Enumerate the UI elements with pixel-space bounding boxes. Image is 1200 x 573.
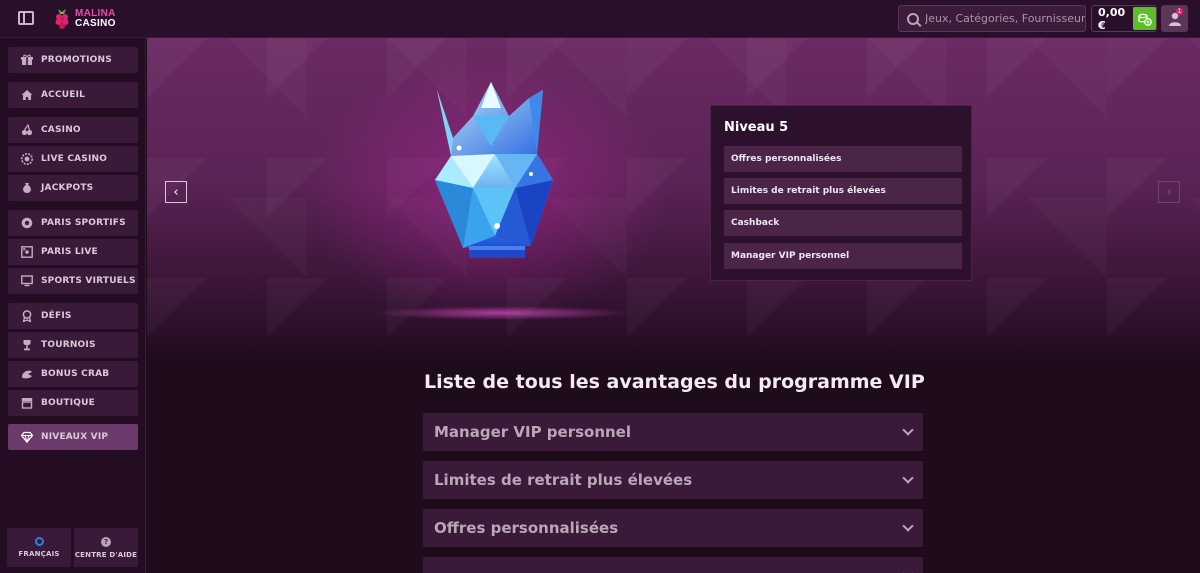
- language-label: FRANÇAIS: [18, 550, 60, 558]
- search-input[interactable]: [925, 12, 1085, 25]
- carousel-next-button[interactable]: ›: [1158, 181, 1180, 203]
- logo[interactable]: MALINA CASINO: [53, 8, 116, 30]
- sidebar-item-label: SPORTS VIRTUELS: [41, 276, 136, 286]
- vip-benefits-title: Liste de tous les avantages du programme…: [424, 371, 925, 393]
- home-icon: [21, 89, 33, 101]
- main-content: ‹ › Niveau 5 Offres personnalisées Limit…: [147, 38, 1200, 573]
- sidebar-item-label: CASINO: [41, 125, 81, 135]
- coins-icon: [1137, 13, 1152, 26]
- cherries-icon: [21, 124, 33, 136]
- gem-glow: [372, 306, 632, 320]
- sidebar-item-sports-virtuels[interactable]: SPORTS VIRTUELS: [8, 268, 138, 294]
- balance-amount: 0,00 €: [1098, 5, 1126, 32]
- vip-hero-banner: ‹ › Niveau 5 Offres personnalisées Limit…: [147, 38, 1200, 358]
- vip-benefit-accordion[interactable]: Limites de retrait plus élevées: [423, 461, 923, 499]
- sidebar-item-niveaux-vip[interactable]: NIVEAUX VIP: [8, 424, 138, 450]
- search-box[interactable]: [898, 5, 1086, 32]
- shop-icon: [21, 397, 33, 409]
- gift-icon: [21, 54, 33, 66]
- search-icon: [907, 12, 919, 25]
- level-title: Niveau 5: [724, 120, 789, 135]
- sidebar-item-boutique[interactable]: BOUTIQUE: [8, 390, 138, 416]
- monitor-icon: [21, 275, 33, 287]
- sidebar-item-label: PROMOTIONS: [41, 55, 112, 65]
- level-benefit: Offres personnalisées: [724, 146, 962, 172]
- carousel-prev-button[interactable]: ‹: [165, 181, 187, 203]
- sidebar-item-label: DÉFIS: [41, 311, 72, 321]
- sidebar-item-label: PARIS SPORTIFS: [41, 218, 126, 228]
- sidebar-item-tournois[interactable]: TOURNOIS: [8, 332, 138, 358]
- sidebar-item-paris-live[interactable]: PARIS LIVE: [8, 239, 138, 265]
- sidebar-item-defis[interactable]: DÉFIS: [8, 303, 138, 329]
- sidebar-item-accueil[interactable]: ACCUEIL: [8, 82, 138, 108]
- chip-icon: [21, 153, 33, 165]
- sidebar-item-label: LIVE CASINO: [41, 154, 108, 164]
- notification-badge: 1: [1176, 8, 1183, 15]
- diamond-icon: [21, 431, 33, 443]
- sidebar-item-label: TOURNOIS: [41, 340, 96, 350]
- level-benefit: Cashback: [724, 210, 962, 236]
- top-bar: MALINA CASINO 0,00 € 1: [0, 0, 1200, 38]
- help-center-button[interactable]: ? CENTRE D'AIDE: [74, 528, 138, 567]
- sidebar-item-paris-sportifs[interactable]: PARIS SPORTIFS: [8, 210, 138, 236]
- help-icon: ?: [101, 536, 111, 547]
- help-center-label: CENTRE D'AIDE: [74, 550, 138, 559]
- vip-benefit-accordion[interactable]: Offres personnalisées: [423, 509, 923, 547]
- chevron-down-icon: [902, 424, 914, 436]
- sidebar-item-label: ACCUEIL: [41, 90, 86, 100]
- medal-icon: [21, 310, 33, 322]
- logo-text-line2: CASINO: [75, 18, 116, 29]
- trophy-icon: [21, 339, 33, 351]
- vip-level-panel: Niveau 5 Offres personnalisées Limites d…: [710, 105, 972, 281]
- sidebar-item-casino[interactable]: CASINO: [8, 117, 138, 143]
- bag-icon: [21, 182, 33, 194]
- sidebar-item-live-casino[interactable]: LIVE CASINO: [8, 146, 138, 172]
- ball-icon: [21, 217, 33, 229]
- sidebar-item-label: JACKPOTS: [41, 183, 94, 193]
- accordion-label: Limites de retrait plus élevées: [434, 471, 693, 489]
- accordion-label: Manager VIP personnel: [434, 423, 631, 441]
- sidebar: PROMOTIONS ACCUEIL CASINO LIVE CASINO JA…: [0, 38, 146, 573]
- vip-benefit-accordion[interactable]: Manager VIP personnel: [423, 413, 923, 451]
- balance-box[interactable]: 0,00 €: [1091, 5, 1157, 32]
- globe-icon: [34, 537, 44, 546]
- sidebar-item-label: BONUS CRAB: [41, 369, 110, 379]
- user-menu-button[interactable]: 1: [1161, 5, 1188, 32]
- chevron-down-icon: [902, 472, 914, 484]
- accordion-label: Offres personnalisées: [434, 519, 619, 537]
- level-benefit: Manager VIP personnel: [724, 243, 962, 269]
- vip-crown-gem-icon: [435, 82, 553, 258]
- sidebar-item-label: NIVEAUX VIP: [41, 432, 109, 442]
- sidebar-item-jackpots[interactable]: JACKPOTS: [8, 175, 138, 201]
- sidebar-item-label: BOUTIQUE: [41, 398, 96, 408]
- chevron-down-icon: [902, 520, 914, 532]
- level-benefit: Limites de retrait plus élevées: [724, 178, 962, 204]
- vip-benefit-accordion[interactable]: [423, 557, 923, 573]
- sidebar-item-promotions[interactable]: PROMOTIONS: [8, 47, 138, 73]
- deposit-button[interactable]: [1133, 7, 1156, 30]
- crab-icon: [21, 368, 33, 380]
- scoreboard-icon: [21, 246, 33, 258]
- sidebar-item-label: PARIS LIVE: [41, 247, 98, 257]
- sidebar-toggle-icon[interactable]: [18, 11, 34, 25]
- chevron-down-icon: [902, 568, 914, 573]
- sidebar-item-bonus-crab[interactable]: BONUS CRAB: [8, 361, 138, 387]
- raspberry-icon: [53, 8, 71, 30]
- language-button[interactable]: FRANÇAIS: [7, 528, 71, 567]
